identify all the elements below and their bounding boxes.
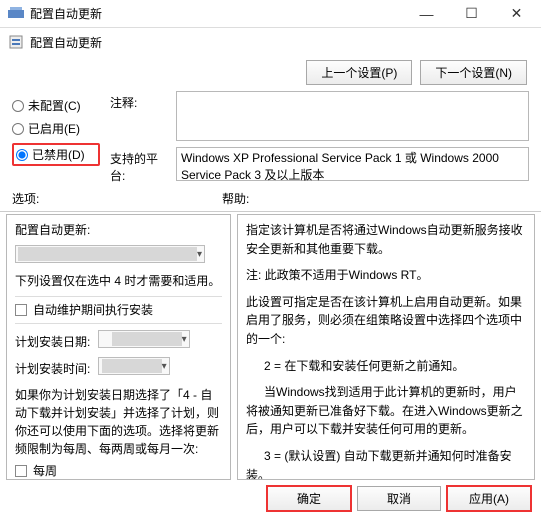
radio-disabled-label: 已禁用(D) (32, 146, 85, 163)
chevron-down-icon: ▾ (162, 359, 167, 374)
install-date-row: 计划安装日期: ▾ (15, 330, 222, 351)
radio-enabled-label: 已启用(E) (28, 120, 80, 137)
options-heading: 配置自动更新: (15, 221, 222, 239)
policy-icon (8, 34, 24, 50)
install-time-dropdown[interactable]: ▾ (98, 357, 170, 375)
divider (0, 211, 541, 212)
help-p1: 指定该计算机是否将通过Windows自动更新服务接收安全更新和其他重要下载。 (246, 221, 526, 258)
help-p3: 此设置可指定是否在该计算机上启用自动更新。如果启用了服务，则必须在组策略设置中选… (246, 293, 526, 349)
help-p4: 2 = 在下载和安装任何更新之前通知。 (246, 357, 526, 376)
help-p6: 3 = (默认设置) 自动下载更新并通知何时准备安装。 (246, 447, 526, 480)
weekly-checkbox-label: 每周 (33, 462, 57, 480)
radio-disabled[interactable]: 已禁用(D) (12, 143, 100, 166)
titlebar: 配置自动更新 — ☐ ✕ (0, 0, 541, 28)
subtitle-text: 配置自动更新 (30, 34, 102, 51)
install-date-dropdown[interactable]: ▾ (98, 330, 190, 348)
state-radio-group: 未配置(C) 已启用(E) 已禁用(D) (12, 91, 100, 166)
chevron-down-icon: ▾ (197, 247, 202, 262)
dialog-footer: 确定 取消 应用(A) (0, 480, 541, 517)
close-button[interactable]: ✕ (494, 0, 539, 28)
help-panel: 指定该计算机是否将通过Windows自动更新服务接收安全更新和其他重要下载。 注… (237, 214, 535, 480)
maximize-button[interactable]: ☐ (449, 0, 494, 28)
platform-label: 支持的平台: (110, 147, 170, 184)
help-p5: 当Windows找到适用于此计算机的更新时，用户将被通知更新已准备好下载。在进入… (246, 383, 526, 439)
chevron-down-icon: ▾ (182, 332, 187, 347)
help-p2: 注: 此政策不适用于Windows RT。 (246, 266, 526, 285)
radio-not-configured[interactable]: 未配置(C) (12, 97, 100, 114)
ok-button[interactable]: 确定 (267, 486, 351, 511)
apply-button[interactable]: 应用(A) (447, 486, 531, 511)
install-time-row: 计划安装时间: ▾ (15, 357, 222, 378)
window-title: 配置自动更新 (30, 5, 404, 22)
maint-checkbox[interactable] (15, 304, 27, 316)
weekly-checkbox[interactable] (15, 465, 27, 477)
subtitle-row: 配置自动更新 (0, 28, 541, 56)
comment-textarea[interactable] (176, 91, 529, 141)
weekly-checkbox-row[interactable]: 每周 (15, 462, 222, 480)
options-note: 下列设置仅在选中 4 时才需要和适用。 (15, 272, 222, 290)
radio-disabled-input[interactable] (16, 149, 28, 161)
options-panel: 配置自动更新: ▾ 下列设置仅在选中 4 时才需要和适用。 自动维护期间执行安装… (6, 214, 231, 480)
app-icon (8, 6, 24, 22)
options-long-note: 如果你为计划安装日期选择了「4 - 自动下载并计划安装」并选择了计划，则你还可以… (15, 386, 222, 458)
radio-not-configured-label: 未配置(C) (28, 97, 81, 114)
cancel-button[interactable]: 取消 (357, 486, 441, 511)
prev-setting-button[interactable]: 上一个设置(P) (306, 60, 412, 85)
next-setting-button[interactable]: 下一个设置(N) (420, 60, 527, 85)
radio-not-configured-input[interactable] (12, 100, 24, 112)
minimize-button[interactable]: — (404, 0, 449, 28)
dropdown-value-placeholder (18, 247, 197, 261)
options-label: 选项: (12, 190, 222, 207)
setting-nav: 上一个设置(P) 下一个设置(N) (0, 56, 541, 91)
comment-label: 注释: (110, 91, 170, 111)
help-label: 帮助: (222, 190, 249, 207)
install-date-label: 计划安装日期: (15, 335, 90, 349)
config-update-dropdown[interactable]: ▾ (15, 245, 205, 263)
install-time-label: 计划安装时间: (15, 362, 90, 376)
maint-checkbox-label: 自动维护期间执行安装 (33, 301, 153, 319)
supported-platform-box: Windows XP Professional Service Pack 1 或… (176, 147, 529, 181)
radio-enabled-input[interactable] (12, 123, 24, 135)
radio-enabled[interactable]: 已启用(E) (12, 120, 100, 137)
maint-checkbox-row[interactable]: 自动维护期间执行安装 (15, 301, 222, 319)
